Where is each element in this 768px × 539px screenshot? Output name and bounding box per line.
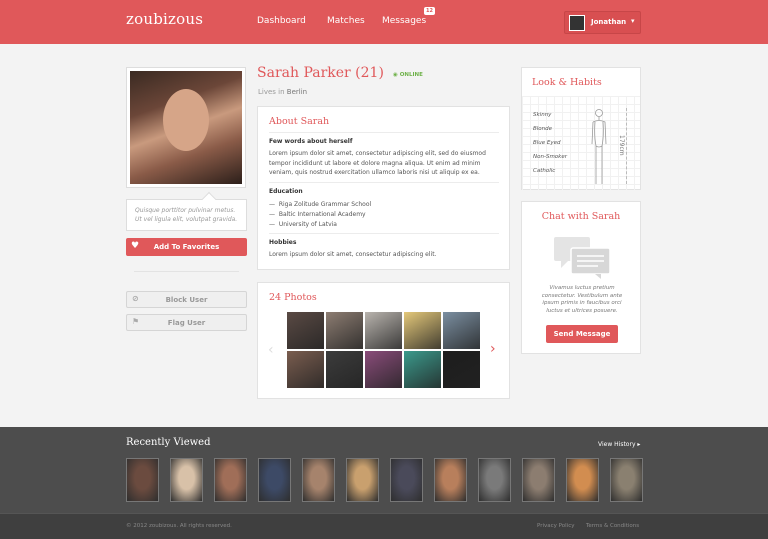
block-label: Block User xyxy=(165,296,208,304)
send-message-button[interactable]: Send Message xyxy=(546,325,618,343)
hobbies-heading: Hobbies xyxy=(269,239,297,246)
flag-user-button[interactable]: ⚑ Flag User xyxy=(126,314,247,331)
photo-thumbnail[interactable] xyxy=(326,351,363,388)
chat-card: Chat with Sarah Vivamus luctus pretium c… xyxy=(521,201,641,354)
online-status: ◉ ONLINE xyxy=(393,72,423,78)
nav-matches[interactable]: Matches xyxy=(327,16,365,26)
recently-viewed-section: Recently Viewed View History ▸ xyxy=(0,427,768,513)
user-avatar xyxy=(569,15,585,31)
hobbies-text: Lorem ipsum dolor sit amet, consectetur … xyxy=(269,251,437,258)
recent-profile-thumbnail[interactable] xyxy=(302,458,335,502)
lives-prefix: Lives in xyxy=(258,88,285,96)
chevron-down-icon: ▾ xyxy=(631,17,635,25)
chat-bubbles-icon xyxy=(554,237,611,279)
look-item: Non-Smoker xyxy=(533,154,567,160)
photo-thumbnail[interactable] xyxy=(365,312,402,349)
user-name: Jonathan xyxy=(591,18,627,26)
photo-thumbnail[interactable] xyxy=(365,351,402,388)
footer: © 2012 zoubizous. All rights reserved. P… xyxy=(0,513,768,539)
recent-profile-thumbnail[interactable] xyxy=(258,458,291,502)
block-user-button[interactable]: ⊘ Block User xyxy=(126,291,247,308)
nav-messages[interactable]: Messages xyxy=(382,16,426,26)
photo-thumbnail[interactable] xyxy=(326,312,363,349)
divider xyxy=(269,182,499,183)
few-words-heading: Few words about herself xyxy=(269,138,353,145)
look-item: Skinny xyxy=(533,112,552,118)
chat-title: Chat with Sarah xyxy=(541,211,621,222)
divider xyxy=(134,271,239,272)
profile-name: Sarah Parker (21) xyxy=(257,65,384,81)
recently-viewed-title: Recently Viewed xyxy=(126,437,211,448)
education-item: — University of Latvia xyxy=(269,221,337,228)
photo-thumbnail[interactable] xyxy=(443,312,480,349)
recent-profile-thumbnail[interactable] xyxy=(522,458,555,502)
photos-card: 24 Photos ‹ › xyxy=(257,282,510,399)
recent-profile-thumbnail[interactable] xyxy=(390,458,423,502)
privacy-policy-link[interactable]: Privacy Policy xyxy=(537,523,574,529)
photo-thumbnail[interactable] xyxy=(443,351,480,388)
recent-profile-thumbnail[interactable] xyxy=(434,458,467,502)
photo-thumbnail[interactable] xyxy=(287,312,324,349)
flag-label: Flag User xyxy=(167,319,206,327)
photo-thumbnail[interactable] xyxy=(287,351,324,388)
city: Berlin xyxy=(286,88,308,96)
education-item: — Riga Zolitude Grammar School xyxy=(269,201,372,208)
look-habits-card: Look & Habits Skinny Blonde Blue Eyed No… xyxy=(521,67,641,190)
recent-profile-thumbnail[interactable] xyxy=(610,458,643,502)
copyright: © 2012 zoubizous. All rights reserved. xyxy=(126,523,232,529)
message-count-badge: 12 xyxy=(424,7,435,15)
add-to-favorites-button[interactable]: ♥ Add To Favorites xyxy=(126,238,247,256)
recent-profile-thumbnail[interactable] xyxy=(170,458,203,502)
divider xyxy=(269,132,499,133)
profile-photo[interactable] xyxy=(126,67,246,188)
profile-quote: Quisque porttitor pulvinar metus. Ut vel… xyxy=(126,199,247,231)
height-label: 179cm xyxy=(618,135,625,156)
chat-text: Vivamus luctus pretium consectetur. Vest… xyxy=(541,285,623,314)
few-words-text: Lorem ipsum dolor sit amet, consectetur … xyxy=(269,150,486,176)
body-figure-icon xyxy=(591,109,607,184)
height-ruler xyxy=(626,108,627,184)
divider xyxy=(269,233,499,234)
about-card: About Sarah Few words about herself Lore… xyxy=(257,106,510,270)
photos-title: 24 Photos xyxy=(269,292,317,303)
nav-dashboard[interactable]: Dashboard xyxy=(257,16,306,26)
recent-profile-thumbnail[interactable] xyxy=(478,458,511,502)
recent-profile-thumbnail[interactable] xyxy=(126,458,159,502)
favorites-label: Add To Favorites xyxy=(153,243,220,251)
chevron-right-icon[interactable]: › xyxy=(490,341,496,357)
look-item: Blonde xyxy=(533,126,553,132)
education-item: — Baltic International Academy xyxy=(269,211,366,218)
look-item: Catholic xyxy=(533,168,556,174)
user-menu[interactable]: Jonathan ▾ xyxy=(564,11,641,34)
top-bar: zoubizous Dashboard Matches Messages 12 … xyxy=(0,0,768,44)
terms-link[interactable]: Terms & Conditions xyxy=(586,523,639,529)
recent-profile-thumbnail[interactable] xyxy=(346,458,379,502)
recent-profile-thumbnail[interactable] xyxy=(214,458,247,502)
look-item: Blue Eyed xyxy=(533,140,561,146)
logo[interactable]: zoubizous xyxy=(126,10,203,28)
photo-thumbnail[interactable] xyxy=(404,351,441,388)
recent-profile-thumbnail[interactable] xyxy=(566,458,599,502)
location: Lives in Berlin xyxy=(258,88,307,96)
look-title: Look & Habits xyxy=(532,77,602,88)
about-title: About Sarah xyxy=(269,116,330,127)
photo-thumbnail[interactable] xyxy=(404,312,441,349)
education-heading: Education xyxy=(269,188,303,195)
view-history-link[interactable]: View History ▸ xyxy=(598,441,640,448)
chevron-left-icon[interactable]: ‹ xyxy=(268,342,274,358)
online-label: ONLINE xyxy=(399,72,423,78)
view-history-label: View History xyxy=(598,441,636,448)
